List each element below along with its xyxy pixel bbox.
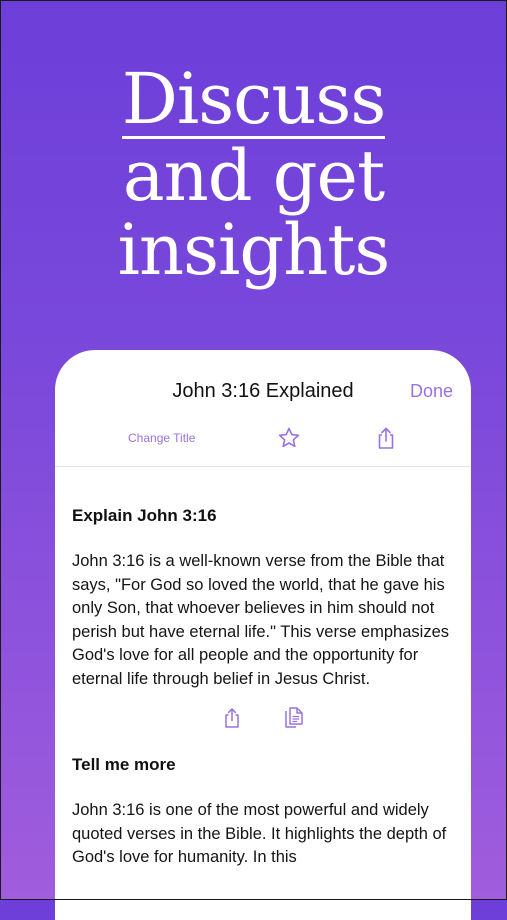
change-title-button[interactable]: Change Title [128,431,195,445]
answer-actions [72,703,462,743]
question-1: Explain John 3:16 [72,506,217,525]
question-2: Tell me more [72,755,176,774]
sheet-title: John 3:16 Explained [172,380,354,402]
star-icon[interactable] [277,426,301,450]
done-button[interactable]: Done [410,381,453,402]
share-icon[interactable] [375,426,397,450]
answer-1: John 3:16 is a well-known verse from the… [72,552,449,688]
sheet-header: John 3:16 Explained Done Change Title [55,350,471,467]
headline-line-2: and get [122,135,385,217]
chat-sheet: John 3:16 Explained Done Change Title Ex… [55,350,471,920]
conversation: Explain John 3:16 John 3:16 is a well-kn… [72,506,462,870]
answer-share-icon[interactable] [222,707,242,729]
headline-line-3: insights [117,209,391,291]
copy-icon[interactable] [283,706,305,730]
promo-headline: Discuss and get insights [0,62,507,287]
answer-2: John 3:16 is one of the most powerful an… [72,801,447,866]
headline-line-1: Discuss [121,58,386,140]
